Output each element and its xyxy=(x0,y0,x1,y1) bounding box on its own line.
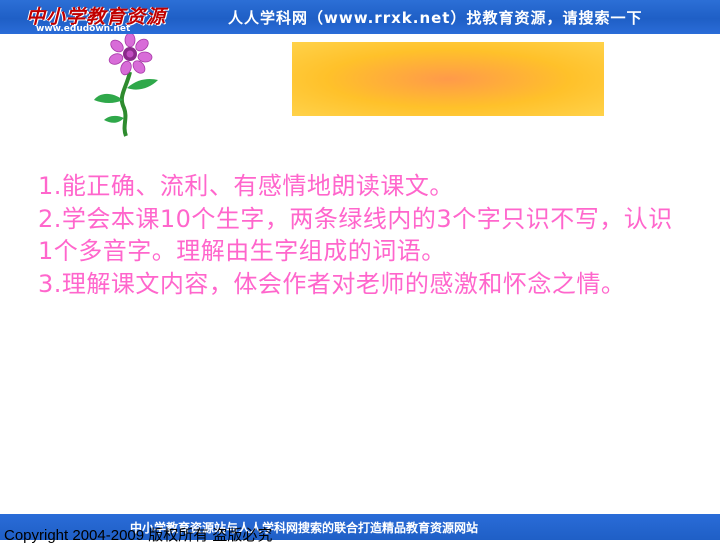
flower-icon xyxy=(88,32,168,142)
site-logo-url: www.edudown.net xyxy=(36,24,131,34)
top-banner: 中小学教育资源 www.edudown.net 人人学科网（www.rrxk.n… xyxy=(0,0,720,34)
title-box xyxy=(292,42,604,116)
objective-item: 2.学会本课10个生字，两条绿线内的3个字只识不写，认识1个多音字。理解由生字组… xyxy=(38,204,673,266)
learning-objectives: 1.能正确、流利、有感情地朗读课文。 2.学会本课10个生字，两条绿线内的3个字… xyxy=(38,170,678,300)
banner-slogan: 人人学科网（www.rrxk.net）找教育资源，请搜索一下 xyxy=(228,9,643,27)
copyright-notice: Copyright 2004-2009 版权所有 盗版必究 xyxy=(4,527,273,544)
objective-item: 3.理解课文内容，体会作者对老师的感激和怀念之情。 xyxy=(38,269,626,298)
objective-item: 1.能正确、流利、有感情地朗读课文。 xyxy=(38,172,454,200)
